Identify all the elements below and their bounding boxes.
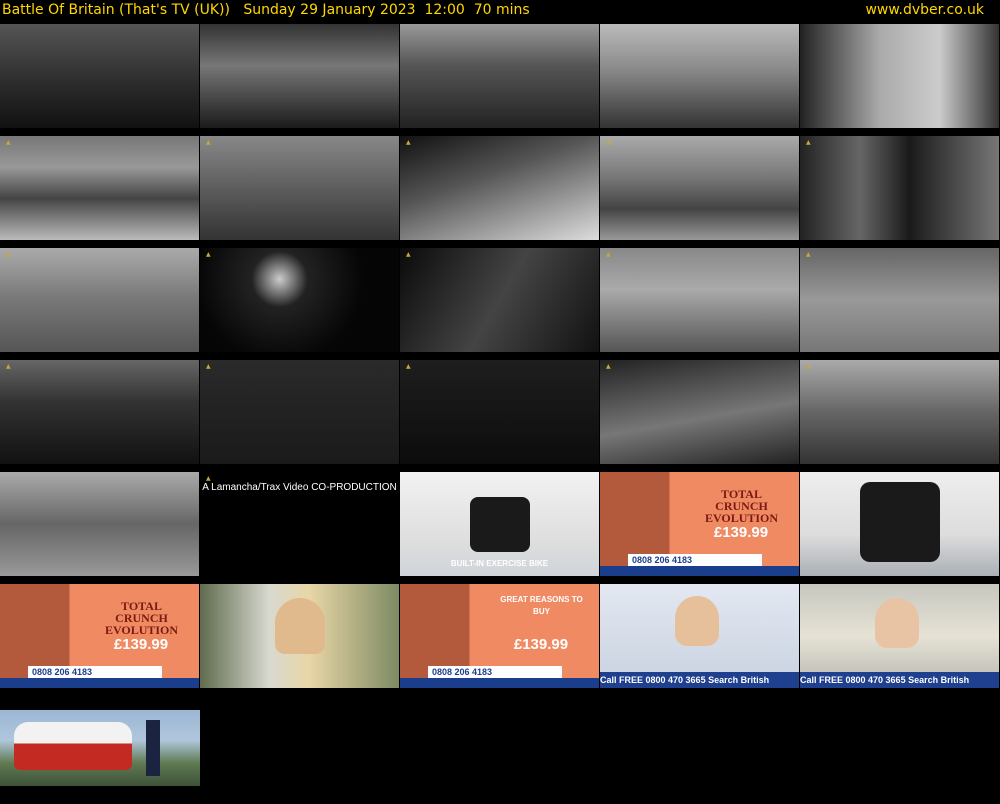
ad-price: £139.99 xyxy=(513,636,569,653)
exercise-bike-shape xyxy=(860,482,940,562)
exercise-bike-shape xyxy=(470,497,530,552)
ad-title: TOTAL CRUNCH EVOLUTION xyxy=(704,487,779,525)
channel-logo-icon: ▲ xyxy=(6,139,11,146)
ad-phone: 0808 206 4183 xyxy=(628,554,762,566)
ad-price: £139.99 xyxy=(713,524,769,541)
channel-logo-icon: ▲ xyxy=(606,363,611,370)
thumbnail[interactable]: ▲ xyxy=(400,360,599,464)
thumbnail[interactable] xyxy=(600,24,799,128)
channel-logo-icon: ▲ xyxy=(206,251,211,258)
thumbnail[interactable] xyxy=(800,472,999,576)
channel-logo-icon: ▲ xyxy=(406,251,411,258)
thumbnail[interactable]: ▲ xyxy=(400,136,599,240)
thumbnail[interactable]: ▲ xyxy=(0,248,199,352)
thumbnail-grid: ▲ ▲ ▲ ▲ ▲ ▲ ▲ ▲ ▲ ▲ ▲ ▲ ▲ ▲ ▲ ▲ A Lamanc… xyxy=(0,24,1000,794)
thumbnail[interactable]: GREAT REASONS TO BUY £139.99 0808 206 41… xyxy=(400,584,599,688)
thumbnail[interactable]: ▲ xyxy=(0,136,199,240)
thumbnail[interactable]: ▲ xyxy=(600,248,799,352)
coproduction-caption: A Lamancha/Trax Video CO-PRODUCTION xyxy=(202,482,397,493)
exercise-bike-caption: BUILT-IN EXERCISE BIKE xyxy=(450,559,549,568)
channel-logo-icon: ▲ xyxy=(606,251,611,258)
thumbnail[interactable]: ▲ xyxy=(200,360,399,464)
thumbnail[interactable]: TOTAL CRUNCH EVOLUTION £139.99 0808 206 … xyxy=(600,472,799,576)
channel-logo-icon: ▲ xyxy=(406,363,411,370)
ad-phone: 0808 206 4183 xyxy=(28,666,162,678)
ad-footer xyxy=(600,566,799,576)
thumbnail[interactable] xyxy=(400,24,599,128)
camper-van-shape xyxy=(14,722,132,770)
thumbnail[interactable]: ▲ A Lamancha/Trax Video CO-PRODUCTION xyxy=(200,472,399,576)
channel-logo-icon: ▲ xyxy=(206,475,211,482)
thumbnail[interactable]: TOTAL CRUNCH EVOLUTION £139.99 0808 206 … xyxy=(0,584,199,688)
ad-footer xyxy=(400,678,599,688)
channel-logo-icon: ▲ xyxy=(206,139,211,146)
thumbnail[interactable]: ▲ xyxy=(800,136,999,240)
channel-logo-icon: ▲ xyxy=(6,363,11,370)
ad-phone-bar: Call FREE 0800 470 3665 Search British S… xyxy=(800,672,999,688)
ad-phone: 0808 206 4183 xyxy=(428,666,562,678)
channel-logo-icon: ▲ xyxy=(806,363,811,370)
channel-logo-icon: ▲ xyxy=(806,251,811,258)
ad-footer xyxy=(0,678,199,688)
thumbnail[interactable] xyxy=(0,472,199,576)
programme-title: Battle Of Britain (That's TV (UK)) Sunda… xyxy=(2,2,530,18)
channel-logo-icon: ▲ xyxy=(606,139,611,146)
thumbnail[interactable]: ▲ xyxy=(800,248,999,352)
thumbnail[interactable]: ▲ xyxy=(600,136,799,240)
channel-logo-icon: ▲ xyxy=(6,251,11,258)
thumbnail[interactable]: BUILT-IN EXERCISE BIKE xyxy=(400,472,599,576)
thumbnail[interactable]: Call FREE 0800 470 3665 Search British S… xyxy=(800,584,999,688)
presenter-shape xyxy=(146,720,160,776)
presenter-shape xyxy=(675,596,719,646)
presenter-shape xyxy=(275,598,325,654)
channel-logo-icon: ▲ xyxy=(406,139,411,146)
thumbnail[interactable]: ▲ xyxy=(0,360,199,464)
ad-price: £139.99 xyxy=(113,636,169,653)
ad-title: TOTAL CRUNCH EVOLUTION xyxy=(104,599,179,637)
ad-title-reasons: GREAT REASONS TO BUY xyxy=(500,595,583,616)
thumbnail[interactable] xyxy=(0,24,199,128)
thumbnail[interactable] xyxy=(800,24,999,128)
thumbnail[interactable] xyxy=(0,710,200,786)
thumbnail[interactable]: ▲ xyxy=(200,136,399,240)
thumbnail[interactable] xyxy=(200,24,399,128)
thumbnail[interactable]: ▲ xyxy=(800,360,999,464)
thumbnail[interactable]: ▲ xyxy=(600,360,799,464)
page-header: Battle Of Britain (That's TV (UK)) Sunda… xyxy=(0,0,1000,22)
presenter-shape xyxy=(875,598,919,648)
ad-phone-bar: Call FREE 0800 470 3665 Search British S… xyxy=(600,672,799,688)
channel-logo-icon: ▲ xyxy=(806,139,811,146)
thumbnail[interactable] xyxy=(200,584,399,688)
site-link[interactable]: www.dvber.co.uk xyxy=(865,0,984,20)
thumbnail[interactable]: Call FREE 0800 470 3665 Search British S… xyxy=(600,584,799,688)
thumbnail[interactable]: ▲ xyxy=(200,248,399,352)
thumbnail[interactable]: ▲ xyxy=(400,248,599,352)
channel-logo-icon: ▲ xyxy=(206,363,211,370)
